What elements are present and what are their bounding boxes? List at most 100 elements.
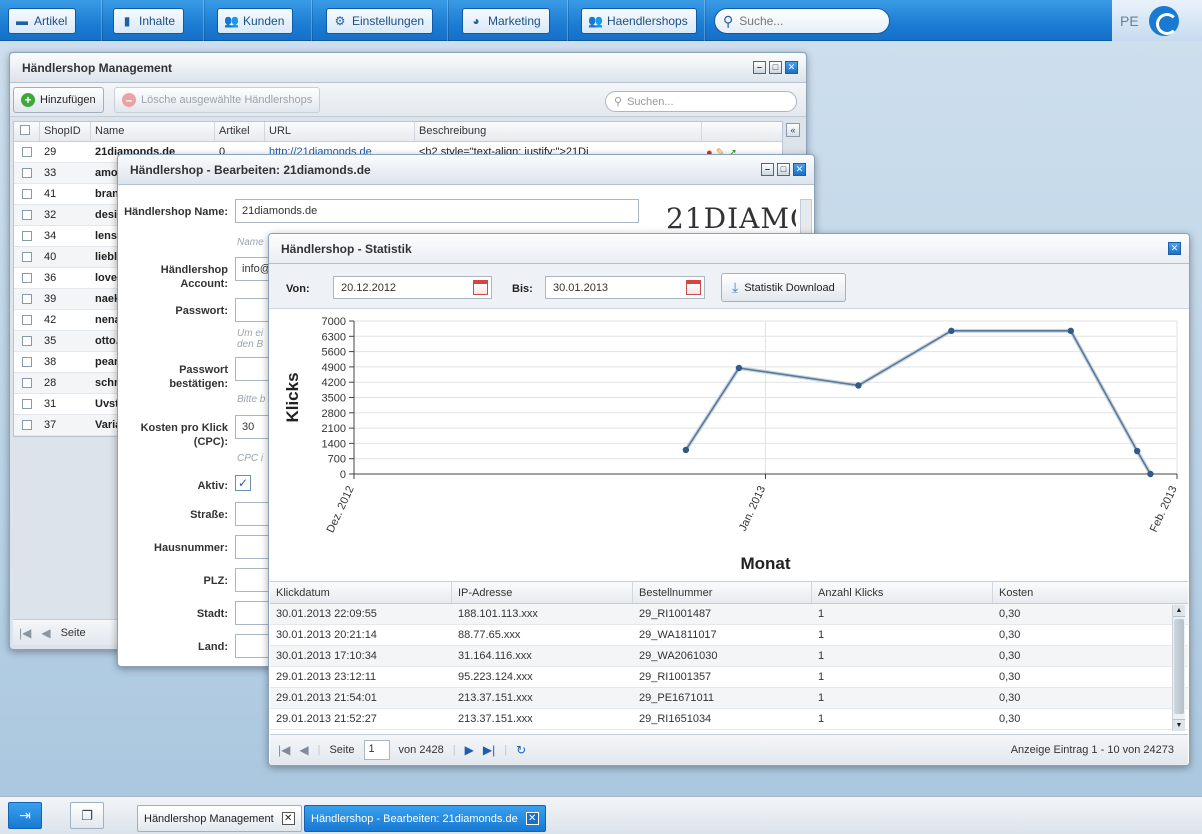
task-edit-window[interactable]: Händlershop - Bearbeiten: 21diamonds.de ✕ bbox=[304, 805, 546, 832]
global-search[interactable]: ⚲ bbox=[714, 8, 890, 34]
scroll-up-icon[interactable]: ▲ bbox=[1173, 605, 1185, 617]
user-area[interactable]: PE bbox=[1112, 0, 1202, 41]
row-checkbox[interactable] bbox=[14, 394, 40, 414]
editor-scrollbar[interactable] bbox=[800, 199, 812, 235]
row-checkbox[interactable] bbox=[14, 331, 40, 351]
maximize-button[interactable]: □ bbox=[777, 163, 790, 176]
close-button[interactable]: ✕ bbox=[1168, 242, 1181, 255]
nav-einstellungen-button[interactable]: ⚙ Einstellungen bbox=[326, 8, 434, 34]
maximize-button[interactable]: □ bbox=[769, 61, 782, 74]
row-checkbox[interactable] bbox=[14, 310, 40, 330]
minimize-button[interactable]: – bbox=[761, 163, 774, 176]
select-all-checkbox[interactable] bbox=[14, 122, 40, 141]
row-checkbox[interactable] bbox=[14, 373, 40, 393]
y-tick-label: 700 bbox=[328, 454, 346, 466]
nav-marketing-button[interactable]: ◕ Marketing bbox=[462, 8, 550, 34]
cost-cell: 0,30 bbox=[999, 629, 1021, 641]
row-checkbox[interactable] bbox=[14, 247, 40, 267]
row-checkbox[interactable] bbox=[14, 163, 40, 183]
column-header[interactable]: Bestellnummer bbox=[633, 582, 812, 603]
row-checkbox[interactable] bbox=[14, 205, 40, 225]
windows-icon[interactable]: ❐ bbox=[70, 802, 104, 829]
close-button[interactable]: ✕ bbox=[793, 163, 806, 176]
from-date-field[interactable]: 20.12.2012 bbox=[333, 276, 492, 299]
column-header[interactable]: URL bbox=[265, 122, 415, 141]
table-row[interactable]: 30.01.2013 17:10:34 31.164.116.xxx 29_WA20… bbox=[270, 646, 1188, 667]
data-point[interactable] bbox=[948, 327, 955, 335]
password-hint: Um ei den B bbox=[237, 328, 264, 350]
customers-icon: 👥 bbox=[224, 14, 239, 28]
page-number-input[interactable]: 1 bbox=[363, 740, 390, 760]
column-header[interactable]: Klickdatum bbox=[270, 582, 452, 603]
table-row[interactable]: 29.01.2013 21:54:01 213.37.151.xxx 29_PE16… bbox=[270, 688, 1188, 709]
logout-icon[interactable]: ⇥ bbox=[8, 802, 42, 829]
nav-kunden-button[interactable]: 👥 Kunden bbox=[217, 8, 294, 34]
nav-separator bbox=[311, 0, 312, 41]
data-point[interactable] bbox=[1133, 447, 1141, 455]
column-header[interactable]: IP-Adresse bbox=[452, 582, 633, 603]
data-point[interactable] bbox=[682, 446, 690, 454]
table-row[interactable]: 30.01.2013 22:09:55 188.101.113.xxx 29_RI1… bbox=[270, 604, 1188, 625]
cost-cell: 0,30 bbox=[999, 608, 1021, 620]
name-hint: Name bbox=[237, 237, 264, 248]
prev-page-icon[interactable]: ◀ bbox=[299, 743, 308, 757]
delete-selected-button[interactable]: – Lösche ausgewählte Händlershops bbox=[114, 87, 321, 113]
row-checkbox[interactable] bbox=[14, 289, 40, 309]
table-scrollbar[interactable]: ▲ ▼ bbox=[1172, 605, 1185, 731]
scroll-thumb[interactable] bbox=[1174, 619, 1184, 714]
column-header[interactable]: Anzahl Klicks bbox=[812, 582, 993, 603]
table-row[interactable]: 30.01.2013 20:21:14 88.77.65.xxx 29_WA1811… bbox=[270, 625, 1188, 646]
to-date-field[interactable]: 30.01.2013 bbox=[545, 276, 705, 299]
shop-id-cell: 32 bbox=[44, 209, 57, 221]
collapse-panel-button[interactable]: « bbox=[786, 123, 800, 137]
name-input[interactable]: 21diamonds.de bbox=[235, 199, 639, 223]
column-header[interactable]: ShopID bbox=[40, 122, 91, 141]
first-page-icon[interactable]: |◀ bbox=[278, 743, 290, 757]
close-icon[interactable]: ✕ bbox=[525, 812, 539, 825]
prev-page-icon[interactable]: ◀ bbox=[41, 626, 50, 640]
column-header[interactable]: Name bbox=[91, 122, 215, 141]
y-tick-label: 1400 bbox=[322, 438, 346, 450]
y-tick-label: 6300 bbox=[322, 331, 346, 343]
calendar-icon[interactable] bbox=[686, 280, 701, 295]
data-point[interactable] bbox=[855, 382, 862, 389]
manager-search[interactable]: ⚲ Suchen... bbox=[605, 91, 797, 112]
row-checkbox[interactable] bbox=[14, 142, 40, 162]
task-manager-window[interactable]: Händlershop Management ✕ bbox=[137, 805, 302, 832]
first-page-icon[interactable]: |◀ bbox=[19, 626, 31, 640]
refresh-icon[interactable]: ↻ bbox=[516, 743, 526, 757]
row-checkbox[interactable] bbox=[14, 352, 40, 372]
column-header[interactable]: Beschreibung bbox=[415, 122, 702, 141]
click-date-cell: 29.01.2013 21:52:27 bbox=[276, 713, 377, 725]
close-button[interactable]: ✕ bbox=[785, 61, 798, 74]
minimize-button[interactable]: – bbox=[753, 61, 766, 74]
top-navigation-bar: ▬ Artikel ▮ Inhalte 👥 Kunden ⚙ Einstellungen… bbox=[0, 0, 1202, 41]
close-icon[interactable]: ✕ bbox=[281, 812, 295, 825]
table-row[interactable]: 29.01.2013 21:52:27 213.37.151.xxx 29_RI16… bbox=[270, 709, 1188, 730]
global-search-input[interactable] bbox=[739, 14, 870, 28]
data-point[interactable] bbox=[1147, 470, 1154, 478]
column-header[interactable]: Kosten bbox=[993, 582, 1173, 603]
nav-inhalte-button[interactable]: ▮ Inhalte bbox=[113, 8, 185, 34]
data-point[interactable] bbox=[735, 364, 743, 372]
column-header[interactable]: Artikel bbox=[215, 122, 265, 141]
last-page-icon[interactable]: ▶| bbox=[483, 743, 495, 757]
scroll-down-icon[interactable]: ▼ bbox=[1173, 719, 1185, 731]
row-checkbox[interactable] bbox=[14, 226, 40, 246]
row-checkbox[interactable] bbox=[14, 268, 40, 288]
statistics-download-button[interactable]: ⤓ Statistik Download bbox=[721, 273, 846, 302]
add-dealer-button[interactable]: + Hinzufügen bbox=[13, 87, 104, 113]
y-tick-label: 3500 bbox=[322, 393, 346, 405]
page-total: von 2428 bbox=[398, 744, 444, 756]
active-checkbox[interactable]: ✓ bbox=[235, 475, 251, 491]
pager-separator: | bbox=[452, 744, 456, 756]
calendar-icon[interactable] bbox=[473, 280, 488, 295]
data-point[interactable] bbox=[1067, 327, 1075, 335]
next-page-icon[interactable]: ▶ bbox=[465, 743, 474, 757]
nav-haendlershops-button[interactable]: 👥 Haendlershops bbox=[581, 8, 697, 34]
nav-artikel-button[interactable]: ▬ Artikel bbox=[8, 8, 77, 34]
table-row[interactable]: 29.01.2013 23:12:11 95.223.124.xxx 29_RI10… bbox=[270, 667, 1188, 688]
row-checkbox[interactable] bbox=[14, 184, 40, 204]
shop-id-cell: 41 bbox=[44, 188, 57, 200]
row-checkbox[interactable] bbox=[14, 415, 40, 435]
